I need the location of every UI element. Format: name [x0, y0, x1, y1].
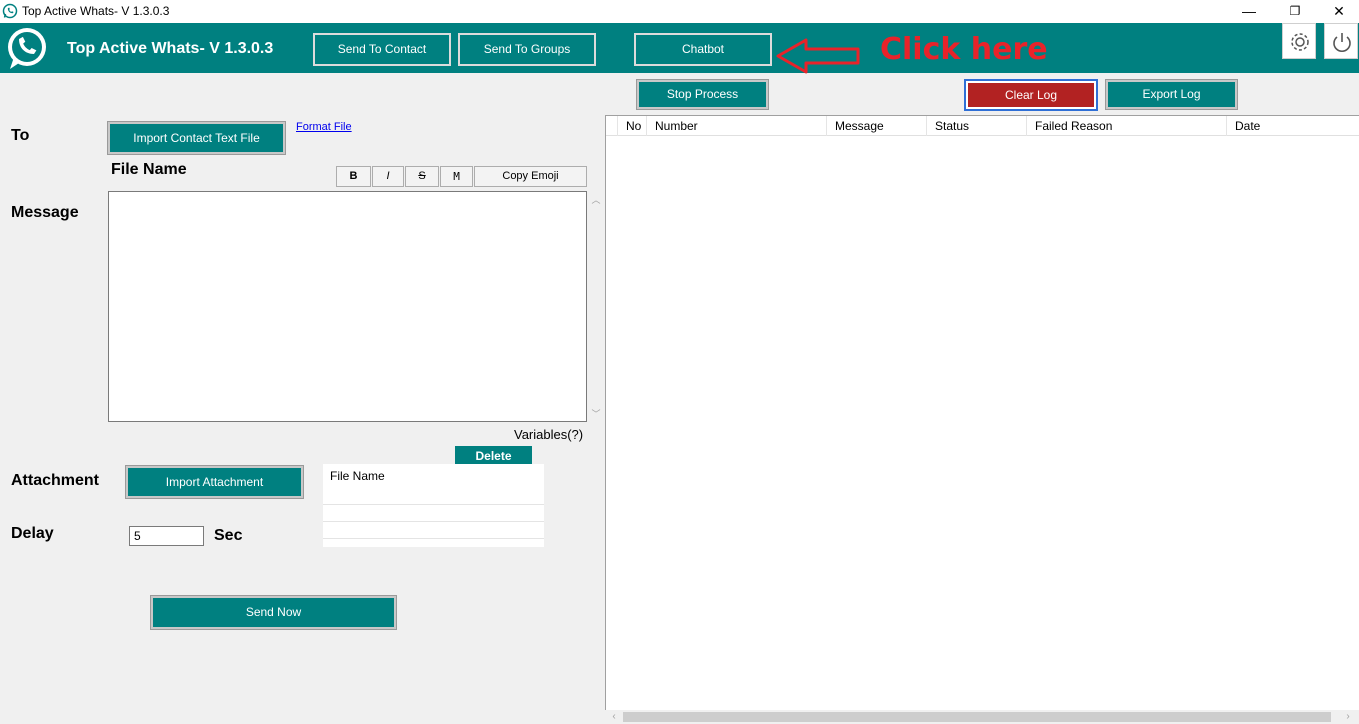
- scroll-right-icon[interactable]: ›: [1341, 711, 1355, 722]
- import-contact-button[interactable]: Import Contact Text File: [107, 121, 286, 155]
- send-now-button[interactable]: Send Now: [150, 595, 397, 630]
- column-number[interactable]: Number: [647, 116, 827, 136]
- scroll-down-icon[interactable]: ﹀: [589, 407, 603, 420]
- attachment-label: Attachment: [11, 472, 100, 489]
- attachment-list-header: File Name: [330, 469, 385, 483]
- power-icon: [1333, 33, 1351, 52]
- minimize-button[interactable]: —: [1226, 0, 1272, 23]
- delay-label: Delay: [11, 525, 54, 542]
- table-header-spacer: [606, 116, 618, 136]
- to-label: To: [11, 127, 30, 144]
- scrollbar-thumb[interactable]: [623, 712, 1331, 722]
- list-item[interactable]: [323, 522, 544, 539]
- power-button[interactable]: [1324, 23, 1358, 59]
- left-arrow-icon: [776, 38, 860, 74]
- whatsapp-logo-icon: [8, 28, 46, 69]
- whatsapp-icon: [2, 3, 18, 19]
- clear-log-button[interactable]: Clear Log: [964, 79, 1098, 111]
- tab-send-to-groups[interactable]: Send To Groups: [458, 33, 596, 66]
- scroll-left-icon[interactable]: ‹: [607, 711, 621, 722]
- copy-emoji-button[interactable]: Copy Emoji: [474, 166, 587, 187]
- close-button[interactable]: ✕: [1316, 0, 1359, 23]
- gear-icon: [1291, 33, 1309, 51]
- settings-button[interactable]: [1282, 23, 1316, 59]
- message-scrollbar[interactable]: ︿ ﹀: [589, 191, 603, 422]
- export-log-button[interactable]: Export Log: [1105, 79, 1238, 110]
- attachment-list[interactable]: File Name: [323, 464, 544, 547]
- strikethrough-button[interactable]: S: [405, 166, 439, 187]
- app-title: Top Active Whats- V 1.3.0.3: [67, 40, 274, 57]
- column-failed-reason[interactable]: Failed Reason: [1027, 116, 1227, 136]
- window-title-bar: Top Active Whats- V 1.3.0.3 — ❐ ✕: [0, 0, 1359, 23]
- log-table-header: No Number Message Status Failed Reason D…: [606, 116, 1359, 136]
- italic-button[interactable]: I: [372, 166, 404, 187]
- monospace-button[interactable]: M: [440, 166, 473, 187]
- window-title: Top Active Whats- V 1.3.0.3: [22, 4, 170, 18]
- list-item[interactable]: [323, 488, 544, 505]
- file-name-label: File Name: [111, 161, 187, 178]
- bold-button[interactable]: B: [336, 166, 371, 187]
- delay-input[interactable]: 5: [129, 526, 204, 546]
- column-no[interactable]: No: [618, 116, 647, 136]
- delay-unit-label: Sec: [214, 527, 243, 544]
- scroll-up-icon[interactable]: ︿: [589, 193, 603, 206]
- app-header: Top Active Whats- V 1.3.0.3 Send To Cont…: [0, 23, 1359, 73]
- tab-send-to-contact[interactable]: Send To Contact: [313, 33, 451, 66]
- message-label: Message: [11, 204, 79, 221]
- list-item[interactable]: [323, 505, 544, 522]
- column-date[interactable]: Date: [1227, 116, 1359, 136]
- column-message[interactable]: Message: [827, 116, 927, 136]
- format-file-link[interactable]: Format File: [296, 121, 352, 133]
- click-here-annotation: Click here: [880, 32, 1048, 67]
- restore-button[interactable]: ❐: [1272, 0, 1318, 23]
- variables-help[interactable]: Variables(?): [514, 427, 583, 442]
- stop-process-button[interactable]: Stop Process: [636, 79, 769, 110]
- log-horizontal-scrollbar[interactable]: ‹ ›: [605, 710, 1359, 724]
- import-attachment-button[interactable]: Import Attachment: [125, 465, 304, 499]
- message-textarea[interactable]: [108, 191, 587, 422]
- log-table[interactable]: No Number Message Status Failed Reason D…: [605, 115, 1359, 724]
- column-status[interactable]: Status: [927, 116, 1027, 136]
- tab-chatbot[interactable]: Chatbot: [634, 33, 772, 66]
